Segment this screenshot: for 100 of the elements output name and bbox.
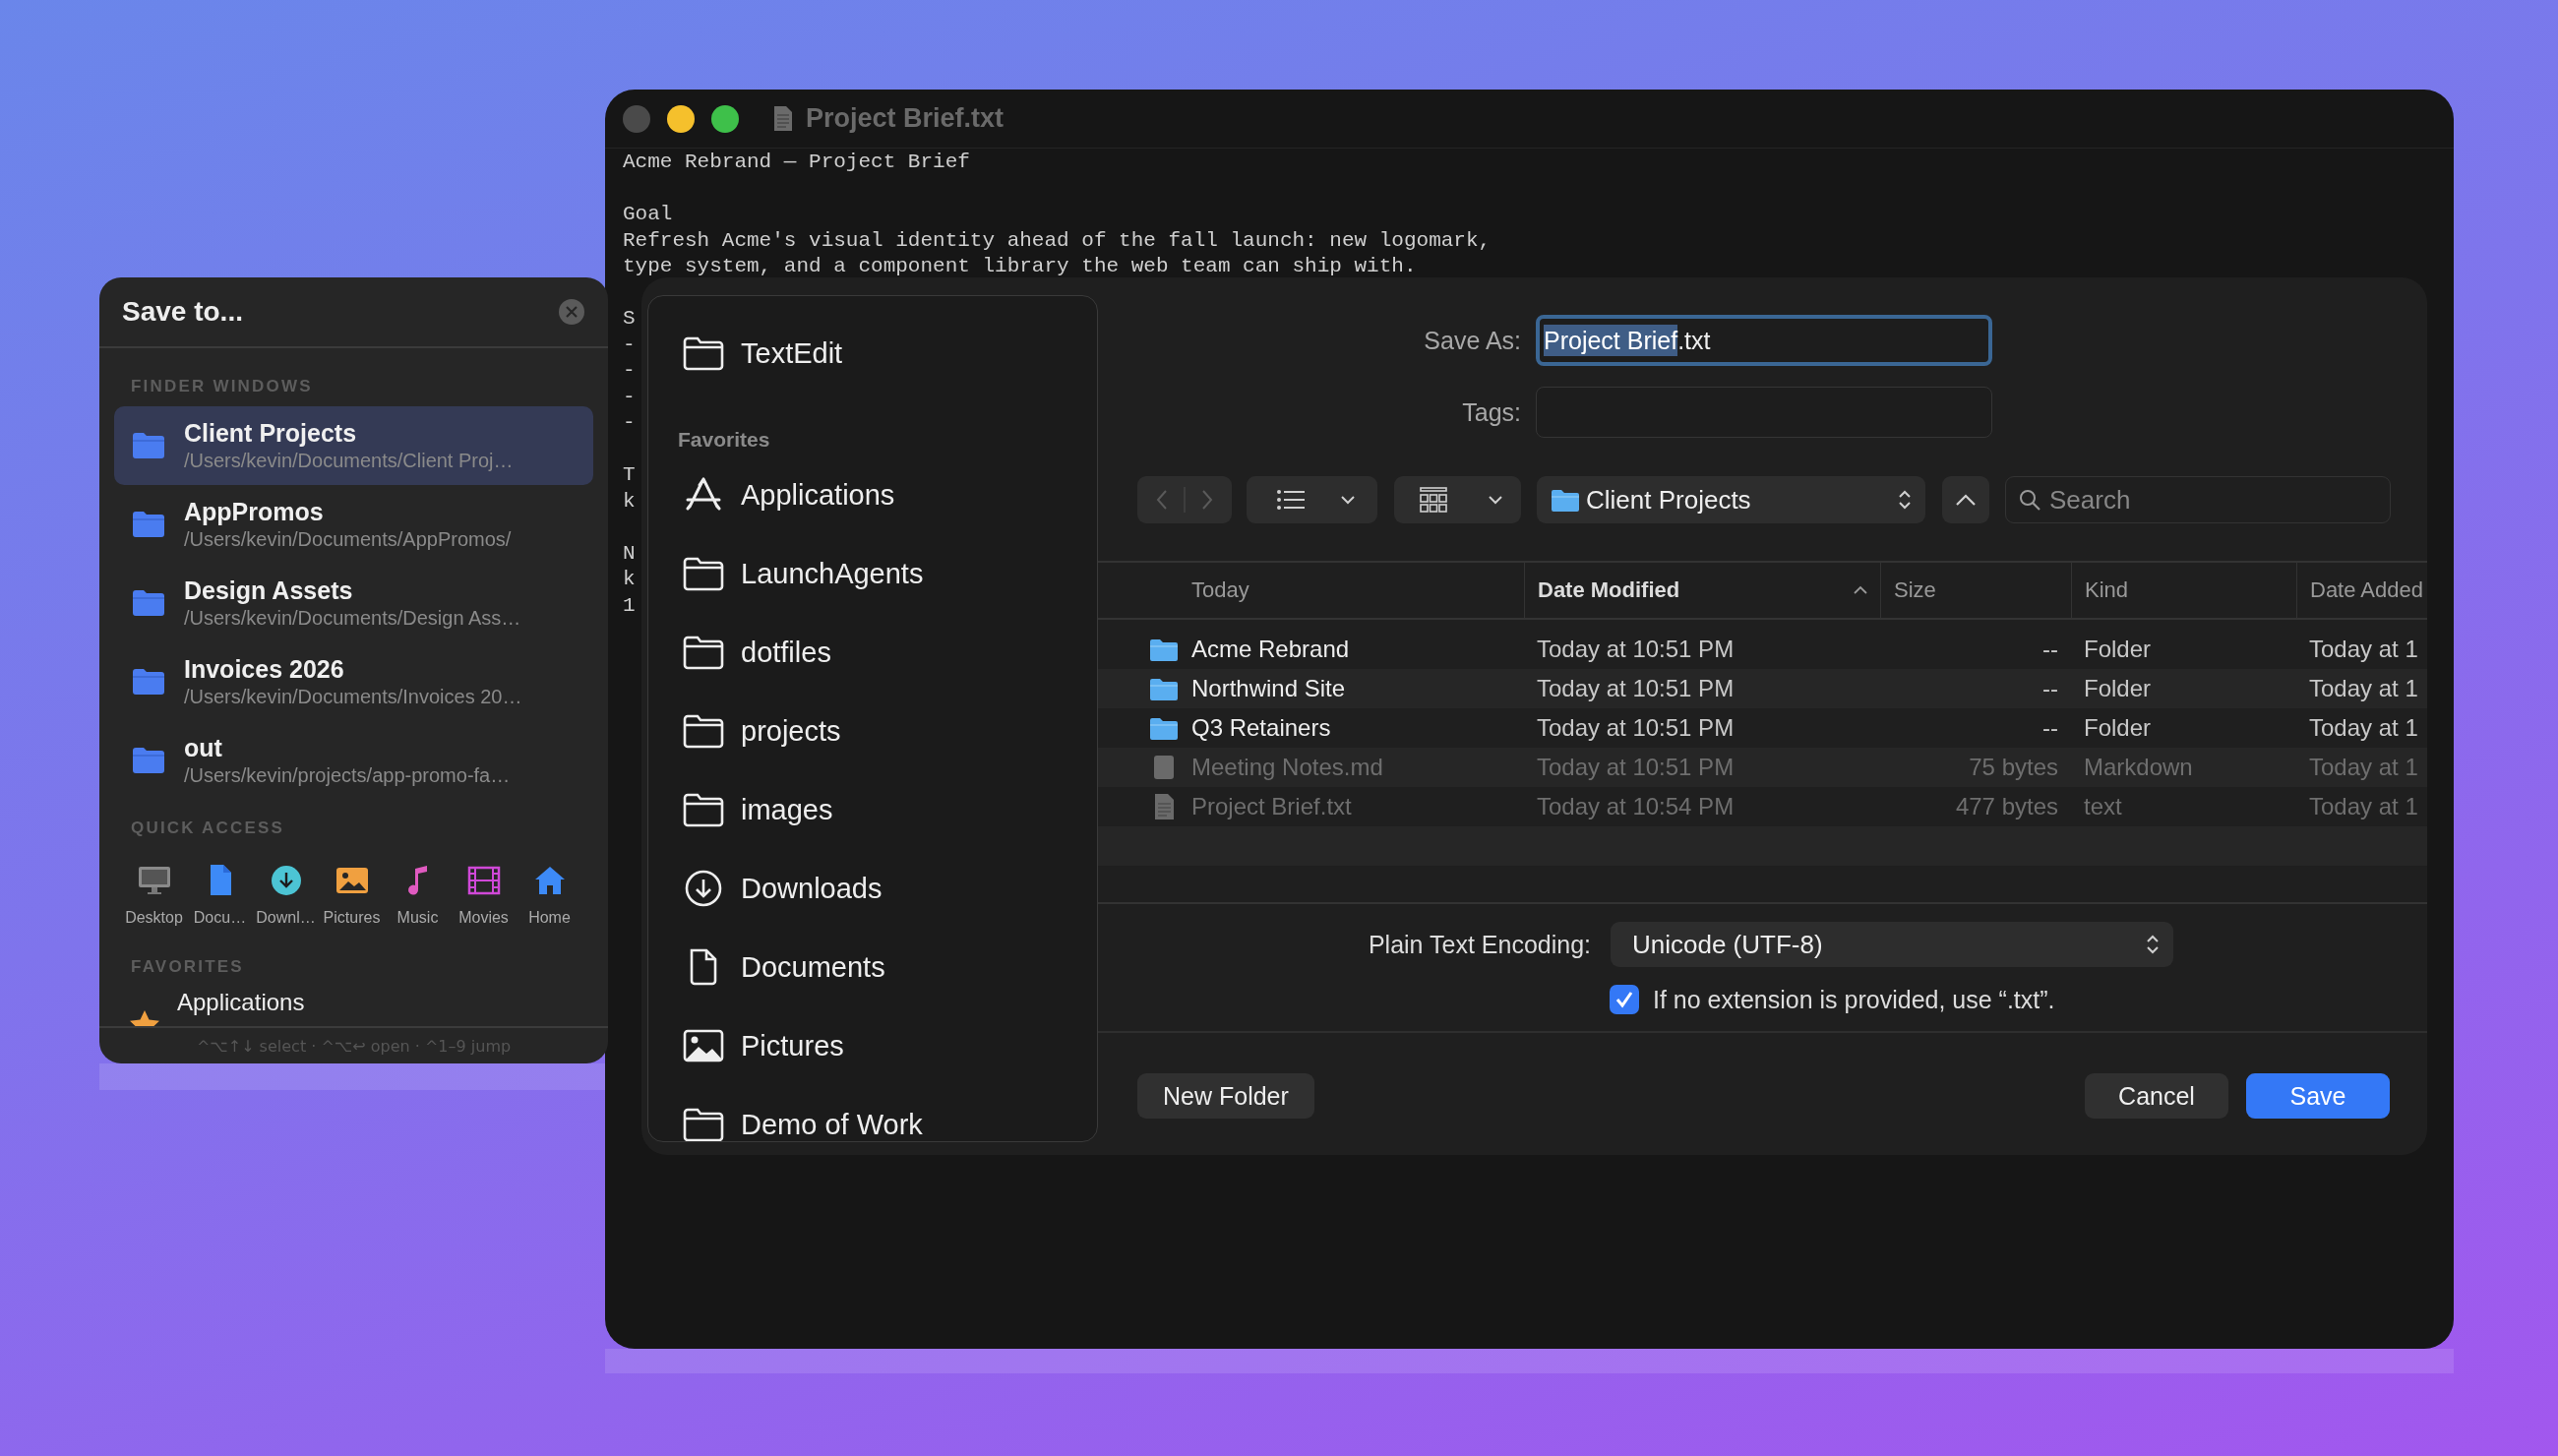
list-view-button[interactable] bbox=[1247, 476, 1377, 523]
quick-access-button[interactable]: Docu… bbox=[187, 863, 253, 930]
finder-window-item[interactable]: AppPromos /Users/kevin/Documents/AppPromos/ bbox=[114, 485, 593, 564]
column-header[interactable]: Kind bbox=[2085, 577, 2129, 603]
file-size: 75 bytes bbox=[1969, 754, 2058, 780]
file-kind: Folder bbox=[2084, 714, 2152, 741]
quick-access-button[interactable]: Desktop bbox=[121, 863, 187, 930]
search-field[interactable]: Search bbox=[2005, 476, 2391, 523]
text-line: Acme Rebrand — Project Brief bbox=[623, 151, 970, 173]
text-line: k bbox=[623, 568, 636, 590]
dialog-button[interactable]: Save bbox=[2246, 1073, 2390, 1119]
file-name: Meeting Notes.md bbox=[1191, 754, 1383, 781]
folder-icon bbox=[1149, 676, 1179, 701]
text-line: N bbox=[623, 541, 636, 565]
folder-icon bbox=[1149, 637, 1179, 662]
search-icon bbox=[2018, 488, 2041, 512]
folder-path: /Users/kevin/Documents/Invoices 20… bbox=[184, 685, 522, 709]
dialog-button[interactable]: Cancel bbox=[2085, 1073, 2228, 1119]
text-line: S bbox=[623, 307, 636, 330]
document-icon bbox=[773, 105, 793, 132]
chevron-up-icon bbox=[1955, 493, 1977, 507]
finder-window-item[interactable]: Design Assets /Users/kevin/Documents/Design Ass… bbox=[114, 564, 593, 642]
finder-window-item[interactable]: Client Projects /Users/kevin/Documents/Client Proj… bbox=[114, 406, 593, 485]
sidebar-item[interactable]: Applications bbox=[648, 455, 1097, 534]
dialog-button[interactable]: New Folder bbox=[1137, 1073, 1314, 1119]
folder-name: AppPromos bbox=[184, 497, 325, 526]
file-name: Acme Rebrand bbox=[1191, 636, 1350, 663]
file-row[interactable]: Northwind Site Today at 10:51 PM -- Folder Today at 1 bbox=[1098, 669, 2427, 708]
field-label: Tags: bbox=[1462, 397, 1521, 427]
sidebar-item[interactable]: LaunchAgents bbox=[648, 534, 1097, 613]
file-row[interactable]: Q3 Retainers Today at 10:51 PM -- Folder Today at 1 bbox=[1098, 708, 2427, 748]
grid-icon bbox=[1420, 487, 1447, 513]
file-size: -- bbox=[2042, 714, 2058, 741]
sidebar-item[interactable]: TextEdit bbox=[648, 314, 1097, 393]
checkbox[interactable] bbox=[1610, 985, 1639, 1014]
folder-path: /Users/kevin/Documents/Design Ass… bbox=[184, 606, 521, 631]
sidebar-item[interactable]: Downloads bbox=[648, 849, 1097, 928]
text-line: - bbox=[623, 359, 636, 382]
chevron-down-icon bbox=[1340, 495, 1356, 505]
file-kind: text bbox=[2084, 793, 2122, 819]
sort-ascending-icon bbox=[1853, 585, 1868, 595]
file-name: Project Brief.txt bbox=[1191, 793, 1352, 820]
field-label: Save As: bbox=[1424, 326, 1521, 355]
date-modified: Today at 10:51 PM bbox=[1537, 675, 1735, 701]
favorite-item[interactable]: Applications bbox=[99, 988, 608, 1026]
encoding-popup[interactable]: Unicode (UTF-8) bbox=[1611, 922, 2173, 967]
sidebar-item[interactable]: Documents bbox=[648, 928, 1097, 1006]
column-header[interactable]: Date Modified bbox=[1538, 577, 1680, 603]
up-down-arrows-icon bbox=[1898, 488, 1912, 512]
column-header[interactable]: Date Added bbox=[2310, 577, 2423, 603]
window-control-button[interactable] bbox=[711, 104, 739, 133]
date-modified: Today at 10:51 PM bbox=[1537, 714, 1735, 741]
folder-path: /Users/kevin/Documents/AppPromos/ bbox=[184, 527, 512, 552]
file-size: 477 bytes bbox=[1955, 793, 2058, 819]
date-modified: Today at 10:51 PM bbox=[1537, 754, 1735, 780]
folder-name: out bbox=[184, 733, 223, 762]
window-title: Project Brief.txt bbox=[806, 103, 1005, 134]
text-line: - bbox=[623, 385, 636, 408]
file-kind: Folder bbox=[2084, 675, 2152, 701]
file-kind: Markdown bbox=[2084, 754, 2193, 780]
file-row[interactable]: Acme Rebrand Today at 10:51 PM -- Folder Today at 1 bbox=[1098, 630, 2427, 669]
folder-icon bbox=[132, 511, 165, 538]
text-line: - bbox=[623, 333, 636, 356]
field-label: Plain Text Encoding: bbox=[1367, 930, 1591, 959]
parent-folder-button[interactable] bbox=[1942, 476, 1989, 523]
column-header[interactable]: Size bbox=[1894, 577, 1936, 603]
folder-path: /Users/kevin/projects/app-promo-fa… bbox=[184, 763, 511, 788]
text-line: k bbox=[623, 489, 636, 513]
quick-access-button[interactable]: Home bbox=[517, 863, 582, 930]
text-line: Refresh Acme's visual identity ahead of the fall launch: new logomark, bbox=[623, 228, 1492, 252]
column-header[interactable]: Today bbox=[1191, 577, 1249, 603]
sidebar-item[interactable]: dotfiles bbox=[648, 613, 1097, 692]
quick-access-button[interactable]: Downl… bbox=[253, 863, 319, 930]
text-line: type system, and a component library the web team can ship with. bbox=[623, 255, 1417, 277]
window-control-button[interactable] bbox=[667, 104, 695, 133]
date-added: Today at 1 bbox=[2309, 636, 2418, 662]
text-line: T bbox=[623, 463, 636, 486]
tags-field[interactable] bbox=[1536, 387, 1992, 438]
quick-access-button[interactable]: Movies bbox=[451, 863, 517, 930]
folder-icon bbox=[132, 589, 165, 617]
text-line: Goal bbox=[623, 203, 673, 225]
quick-access-button[interactable]: Pictures bbox=[319, 863, 385, 930]
file-size: -- bbox=[2042, 675, 2058, 701]
filename-field[interactable]: Project Brief.txt bbox=[1536, 315, 1992, 366]
folder-icon bbox=[132, 432, 165, 459]
quick-access-button[interactable]: Music bbox=[385, 863, 451, 930]
location-popup[interactable]: Client Projects bbox=[1537, 476, 1925, 523]
folder-name: Design Assets bbox=[184, 576, 354, 605]
sidebar-item[interactable]: Pictures bbox=[648, 1006, 1097, 1085]
sidebar-item[interactable]: images bbox=[648, 770, 1097, 849]
sidebar-item[interactable]: Demo of Work bbox=[648, 1085, 1097, 1141]
folder-name: Client Projects bbox=[184, 418, 358, 448]
date-added: Today at 1 bbox=[2309, 675, 2418, 701]
finder-window-item[interactable]: out /Users/kevin/projects/app-promo-fa… bbox=[114, 721, 593, 800]
gallery-view-button[interactable] bbox=[1394, 476, 1521, 523]
finder-window-item[interactable]: Invoices 2026 /Users/kevin/Documents/Invoices 20… bbox=[114, 642, 593, 721]
date-added: Today at 1 bbox=[2309, 754, 2418, 780]
date-added: Today at 1 bbox=[2309, 793, 2418, 819]
folder-name: Invoices 2026 bbox=[184, 654, 345, 684]
sidebar-item[interactable]: projects bbox=[648, 692, 1097, 770]
